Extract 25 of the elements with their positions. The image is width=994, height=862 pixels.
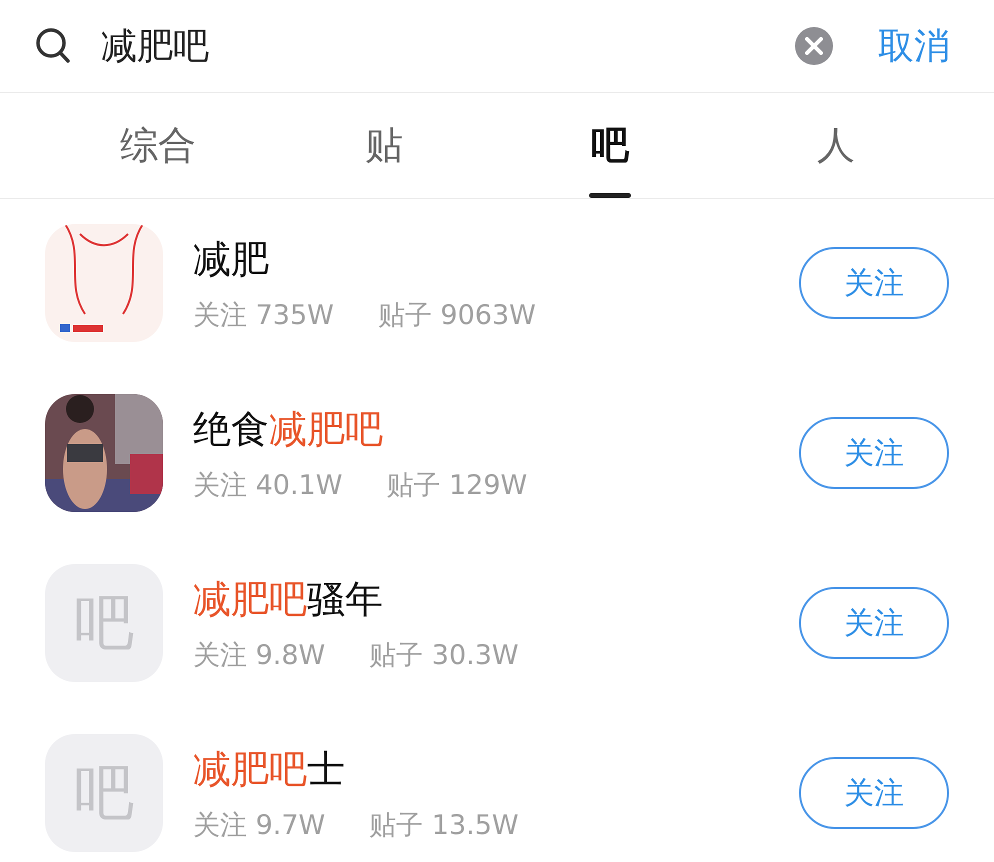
tab-underline bbox=[589, 193, 631, 198]
follow-button[interactable]: 关注 bbox=[799, 757, 949, 829]
search-field[interactable]: 减肥吧 bbox=[101, 26, 794, 66]
follow-button[interactable]: 关注 bbox=[799, 417, 949, 489]
search-icon bbox=[35, 27, 71, 65]
clear-icon[interactable] bbox=[794, 26, 834, 66]
follower-count: 关注 40.1W bbox=[193, 468, 342, 502]
forum-name[interactable]: 绝食减肥吧 bbox=[193, 404, 799, 454]
follow-button[interactable]: 关注 bbox=[799, 587, 949, 659]
post-count: 贴子 129W bbox=[386, 468, 528, 502]
follow-button[interactable]: 关注 bbox=[799, 247, 949, 319]
follower-count: 关注 9.8W bbox=[193, 638, 326, 672]
post-count: 贴子 30.3W bbox=[369, 638, 519, 672]
cancel-button[interactable]: 取消 bbox=[878, 22, 950, 70]
tab[interactable]: 综合 bbox=[120, 120, 196, 171]
follower-count: 关注 735W bbox=[193, 298, 334, 332]
forum-name[interactable]: 减肥吧士 bbox=[193, 744, 799, 794]
forum-name[interactable]: 减肥 bbox=[193, 234, 799, 284]
tab[interactable]: 吧 bbox=[591, 120, 629, 171]
post-count: 贴子 13.5W bbox=[369, 808, 519, 842]
follower-count: 关注 9.7W bbox=[193, 808, 326, 842]
tab[interactable]: 人 bbox=[817, 120, 855, 171]
post-count: 贴子 9063W bbox=[378, 298, 536, 332]
forum-name[interactable]: 减肥吧骚年 bbox=[193, 574, 799, 624]
tab[interactable]: 贴 bbox=[365, 120, 403, 171]
